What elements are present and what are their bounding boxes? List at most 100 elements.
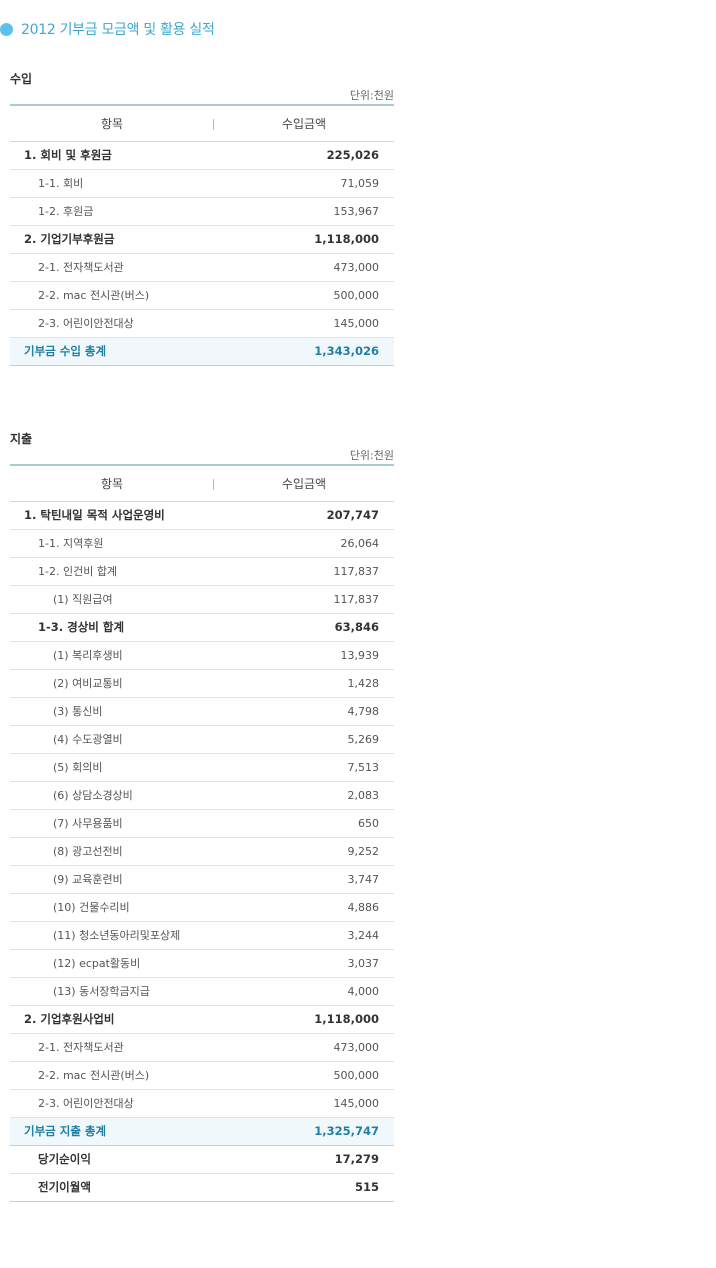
row-amount: 153,967 [214, 197, 394, 226]
row-label: 1. 회비 및 후원금 [10, 141, 214, 170]
table-row: 2-2. mac 전시관(버스) 500,000 [10, 281, 394, 310]
table-row: 1-2. 인건비 합계 117,837 [10, 557, 394, 586]
row-amount: 145,000 [214, 1089, 394, 1118]
summary-row: 당기순이익 17,279 [10, 1145, 394, 1174]
table-row: (10) 건물수리비 4,886 [10, 893, 394, 922]
row-label: (5) 회의비 [10, 753, 214, 782]
row-label: (4) 수도광열비 [10, 725, 214, 754]
row-label: (9) 교육훈련비 [10, 865, 214, 894]
expense-section: 지출 단위:천원 항목 수입금액 1. 탁틴내일 목적 사업운영비 207,747… [10, 430, 394, 1202]
expense-header-amount: 수입금액 [214, 465, 394, 502]
row-label: (11) 청소년동아리및포상제 [10, 921, 214, 950]
page-heading: 2012 기부금 모금액 및 활용 실적 [0, 18, 215, 40]
row-amount: 5,269 [214, 725, 394, 754]
income-section: 수입 단위:천원 항목 수입금액 1. 회비 및 후원금 225,026 1-1. … [10, 70, 394, 366]
table-row: 2. 기업후원사업비 1,118,000 [10, 1005, 394, 1034]
row-amount: 13,939 [214, 641, 394, 670]
row-label: 1-1. 회비 [10, 169, 214, 198]
table-row: 1-1. 지역후원 26,064 [10, 529, 394, 558]
row-amount: 145,000 [214, 309, 394, 338]
table-row: 1-2. 후원금 153,967 [10, 197, 394, 226]
row-label: (13) 동서장학금지급 [10, 977, 214, 1006]
row-amount: 500,000 [214, 1061, 394, 1090]
row-amount: 2,083 [214, 781, 394, 810]
row-label: 1-1. 지역후원 [10, 529, 214, 558]
row-amount: 4,798 [214, 697, 394, 726]
table-row: 2-3. 어린이안전대상 145,000 [10, 309, 394, 338]
row-amount: 1,325,747 [214, 1117, 394, 1146]
table-row: 1. 탁틴내일 목적 사업운영비 207,747 [10, 501, 394, 530]
row-amount: 1,428 [214, 669, 394, 698]
table-row: (1) 직원급여 117,837 [10, 585, 394, 614]
table-row: (2) 여비교통비 1,428 [10, 669, 394, 698]
table-row: (9) 교육훈련비 3,747 [10, 865, 394, 894]
expense-title: 지출 [10, 432, 33, 446]
row-label: 2. 기업기부후원금 [10, 225, 214, 254]
row-label: (1) 직원급여 [10, 585, 214, 614]
expense-header-item: 항목 [10, 465, 214, 502]
row-amount: 26,064 [214, 529, 394, 558]
table-row: (5) 회의비 7,513 [10, 753, 394, 782]
row-amount: 207,747 [214, 501, 394, 530]
row-label: 2-3. 어린이안전대상 [10, 309, 214, 338]
table-row: (6) 상담소경상비 2,083 [10, 781, 394, 810]
row-label: (1) 복리후생비 [10, 641, 214, 670]
row-label: 1-3. 경상비 합계 [10, 613, 214, 642]
table-row: (3) 통신비 4,798 [10, 697, 394, 726]
summary-row: 전기이월액 515 [10, 1173, 394, 1202]
table-row: (7) 사무용품비 650 [10, 809, 394, 838]
row-label: (2) 여비교통비 [10, 669, 214, 698]
table-row: (8) 광고선전비 9,252 [10, 837, 394, 866]
row-label: (8) 광고선전비 [10, 837, 214, 866]
table-row: (12) ecpat활동비 3,037 [10, 949, 394, 978]
row-amount: 9,252 [214, 837, 394, 866]
row-amount: 3,244 [214, 921, 394, 950]
income-table-header: 항목 수입금액 [10, 105, 394, 142]
row-amount: 473,000 [214, 253, 394, 282]
income-title: 수입 [10, 72, 33, 86]
expense-unit-label: 단위:천원 [349, 449, 394, 462]
income-table: 항목 수입금액 1. 회비 및 후원금 225,026 1-1. 회비 71,059 1… [10, 104, 394, 366]
row-label: (10) 건물수리비 [10, 893, 214, 922]
income-header-item: 항목 [10, 105, 214, 142]
row-label: 전기이월액 [10, 1173, 214, 1202]
row-label: 당기순이익 [10, 1145, 214, 1174]
row-label: 2-1. 전자책도서관 [10, 1033, 214, 1062]
income-unit-label: 단위:천원 [349, 89, 394, 102]
table-row: (13) 동서장학금지급 4,000 [10, 977, 394, 1006]
row-label: 기부금 지출 총계 [10, 1117, 214, 1146]
row-amount: 7,513 [214, 753, 394, 782]
row-amount: 500,000 [214, 281, 394, 310]
row-amount: 117,837 [214, 585, 394, 614]
row-amount: 1,118,000 [214, 1005, 394, 1034]
table-row: (4) 수도광열비 5,269 [10, 725, 394, 754]
row-amount: 1,118,000 [214, 225, 394, 254]
row-amount: 17,279 [214, 1145, 394, 1174]
row-amount: 3,037 [214, 949, 394, 978]
row-amount: 650 [214, 809, 394, 838]
total-row: 기부금 지출 총계 1,325,747 [10, 1117, 394, 1146]
expense-table-header: 항목 수입금액 [10, 465, 394, 502]
table-row: (1) 복리후생비 13,939 [10, 641, 394, 670]
row-label: 2-1. 전자책도서관 [10, 253, 214, 282]
row-amount: 117,837 [214, 557, 394, 586]
row-amount: 515 [214, 1173, 394, 1202]
row-label: 1-2. 인건비 합계 [10, 557, 214, 586]
row-amount: 71,059 [214, 169, 394, 198]
table-row: 2-3. 어린이안전대상 145,000 [10, 1089, 394, 1118]
row-label: 2. 기업후원사업비 [10, 1005, 214, 1034]
row-amount: 63,846 [214, 613, 394, 642]
row-label: (3) 통신비 [10, 697, 214, 726]
page-title: 2012 기부금 모금액 및 활용 실적 [21, 22, 215, 38]
row-amount: 4,000 [214, 977, 394, 1006]
table-row: 2-2. mac 전시관(버스) 500,000 [10, 1061, 394, 1090]
table-row: 1. 회비 및 후원금 225,026 [10, 141, 394, 170]
row-amount: 4,886 [214, 893, 394, 922]
row-label: 2-3. 어린이안전대상 [10, 1089, 214, 1118]
row-label: 1-2. 후원금 [10, 197, 214, 226]
row-label: 1. 탁틴내일 목적 사업운영비 [10, 501, 214, 530]
row-label: (12) ecpat활동비 [10, 949, 214, 978]
bullet-dot-icon [0, 22, 13, 36]
table-row: 2-1. 전자책도서관 473,000 [10, 253, 394, 282]
row-label: 기부금 수입 총계 [10, 337, 214, 366]
